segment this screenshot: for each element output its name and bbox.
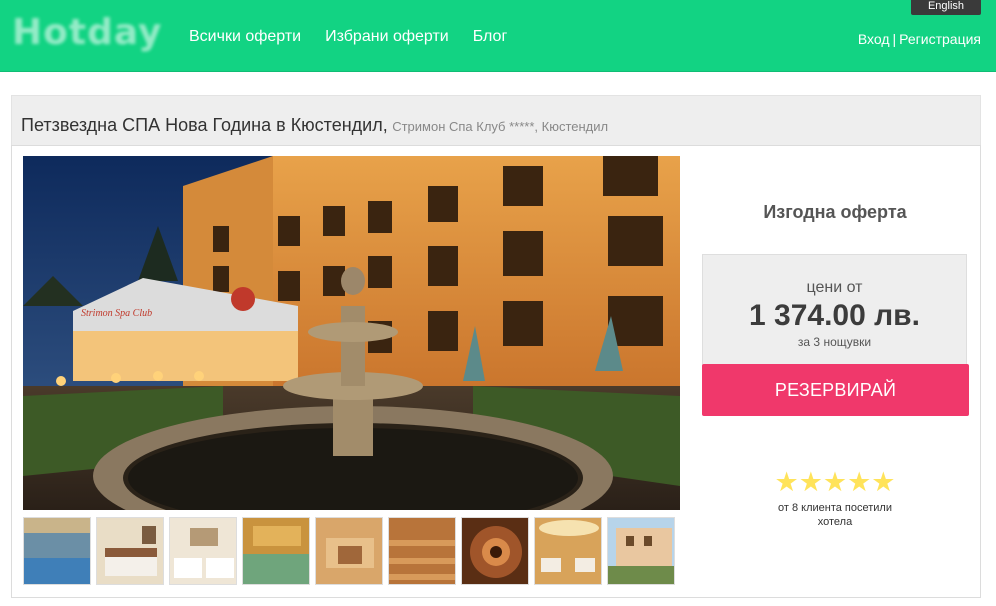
nav-selected-offers[interactable]: Избрани оферти [325, 28, 449, 46]
login-link[interactable]: Вход [858, 31, 890, 47]
register-link[interactable]: Регистрация [899, 31, 981, 47]
thumbnail-hotel-exterior[interactable] [607, 517, 675, 585]
offer-title-bar: Петзвездна СПА Нова Година в Кюстендил, … [11, 95, 981, 145]
thumbnail-twin-room[interactable] [169, 517, 237, 585]
hotel-sign: Strimon Spa Club [81, 308, 152, 319]
offer-title: Петзвездна СПА Нова Година в Кюстендил, … [21, 115, 608, 136]
thumbnail-sauna[interactable] [315, 517, 383, 585]
thumbnail-wooden-sauna[interactable] [388, 517, 456, 585]
rating-text: от 8 клиента посетили хотела [778, 502, 892, 528]
thumbnail-spa-pool[interactable] [242, 517, 310, 585]
thumbnail-restaurant[interactable] [534, 517, 602, 585]
price-nights: за 3 нощувки [797, 335, 872, 349]
auth-links: Вход | Регистрация [858, 31, 981, 47]
price-value: 1 374.00 лв. [749, 299, 920, 332]
deal-heading: Изгодна оферта [763, 202, 907, 222]
main-hotel-photo[interactable]: Strimon Spa Club [23, 156, 680, 510]
logo-text: Hotday [12, 11, 163, 53]
thumbnail-bedroom[interactable] [96, 517, 164, 585]
hotel-photo-image: Strimon Spa Club [23, 156, 680, 510]
offer-city: , Кюстендил [534, 119, 609, 134]
thumbnail-spa-bowl[interactable] [461, 517, 529, 585]
language-switch[interactable]: English [911, 0, 981, 15]
nav-all-offers[interactable]: Всички оферти [189, 28, 301, 46]
auth-separator: | [892, 31, 897, 47]
book-button[interactable]: РЕЗЕРВИРАЙ [702, 364, 969, 416]
thumbnail-indoor-pool[interactable] [23, 517, 91, 585]
photo-thumbnails [23, 517, 675, 585]
offer-hotel-link[interactable]: Стримон Спа Клуб ***** [392, 119, 534, 134]
price-box: цени от 1 374.00 лв. за 3 нощувки [702, 254, 967, 366]
price-from-label: цени от [806, 279, 863, 296]
rating-stars: ★★★★★ [774, 467, 896, 497]
offer-title-main: Петзвездна СПА Нова Година в Кюстендил, [21, 115, 388, 135]
site-logo[interactable]: Hotday [12, 8, 167, 56]
nav-blog[interactable]: Блог [473, 28, 508, 46]
main-nav: Всички оферти Избрани оферти Блог [189, 28, 507, 46]
top-header: Hotday Всички оферти Избрани оферти Блог… [0, 0, 996, 72]
